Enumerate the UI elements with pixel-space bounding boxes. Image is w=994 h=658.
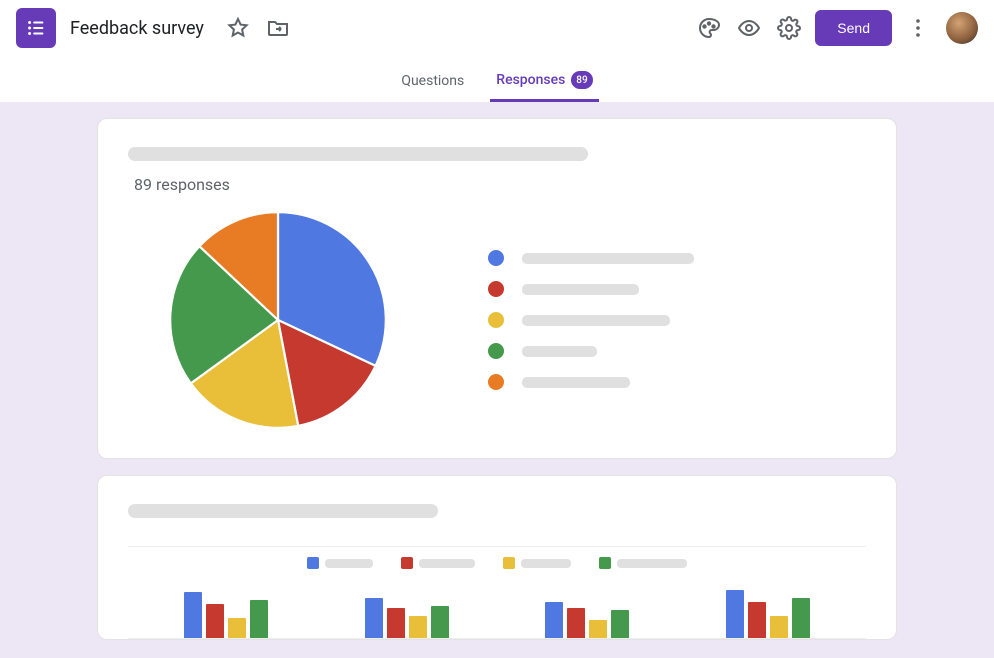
legend-label-placeholder [522,253,694,264]
send-button[interactable]: Send [815,10,892,46]
bar [792,598,810,638]
question-title-placeholder [128,147,588,161]
bar-group [726,590,810,638]
responses-canvas: 89 responses [0,102,994,658]
legend-dot [488,281,504,297]
bar [545,602,563,638]
summary-card-bar [97,475,897,640]
legend-item [488,281,694,297]
avatar[interactable] [946,12,978,44]
legend-label-placeholder [522,315,670,326]
responses-count-badge: 89 [571,71,592,89]
bar [409,616,427,638]
bar [589,620,607,638]
form-title[interactable]: Feedback survey [70,18,204,39]
legend-item [488,312,694,328]
bar-legend-item [599,557,687,569]
legend-swatch [599,557,611,569]
bar-legend-item [307,557,373,569]
legend-label-placeholder [617,559,687,568]
bar-chart [128,591,866,639]
bar [748,602,766,638]
legend-item [488,250,694,266]
tabs: Questions Responses 89 [0,56,994,102]
palette-icon[interactable] [689,8,729,48]
bar-group [184,592,268,638]
bar [567,608,585,638]
bar [206,604,224,638]
bar-group [545,602,629,638]
legend-item [488,374,694,390]
preview-eye-icon[interactable] [729,8,769,48]
bar [726,590,744,638]
legend-label-placeholder [419,559,475,568]
tab-responses-label: Responses [496,72,565,88]
legend-label-placeholder [522,284,639,295]
bar-legend-item [401,557,475,569]
bar [611,610,629,638]
legend-label-placeholder [522,377,630,388]
legend-swatch [401,557,413,569]
forms-logo[interactable] [16,8,56,48]
pie-legend [488,250,694,390]
tab-responses[interactable]: Responses 89 [490,59,598,102]
summary-card-pie: 89 responses [97,118,897,459]
legend-dot [488,250,504,266]
header: Feedback survey Send [0,0,994,56]
bar-legend-item [503,557,571,569]
legend-label-placeholder [522,346,597,357]
list-icon [25,17,47,39]
star-icon[interactable] [218,8,258,48]
bar [250,600,268,638]
settings-gear-icon[interactable] [769,8,809,48]
responses-count-label: 89 responses [134,175,866,194]
bar [387,608,405,638]
question-title-placeholder [128,504,438,518]
bar-legend [128,557,866,569]
bar [431,606,449,638]
pie-chart [168,210,388,430]
legend-dot [488,343,504,359]
legend-label-placeholder [325,559,373,568]
legend-swatch [503,557,515,569]
bar [770,616,788,638]
tab-questions[interactable]: Questions [395,61,470,102]
more-vert-icon[interactable] [898,8,938,48]
legend-item [488,343,694,359]
legend-label-placeholder [521,559,571,568]
bar [228,618,246,638]
bar-group [365,598,449,638]
bar [184,592,202,638]
move-to-folder-icon[interactable] [258,8,298,48]
bar [365,598,383,638]
legend-dot [488,312,504,328]
legend-dot [488,374,504,390]
legend-swatch [307,557,319,569]
